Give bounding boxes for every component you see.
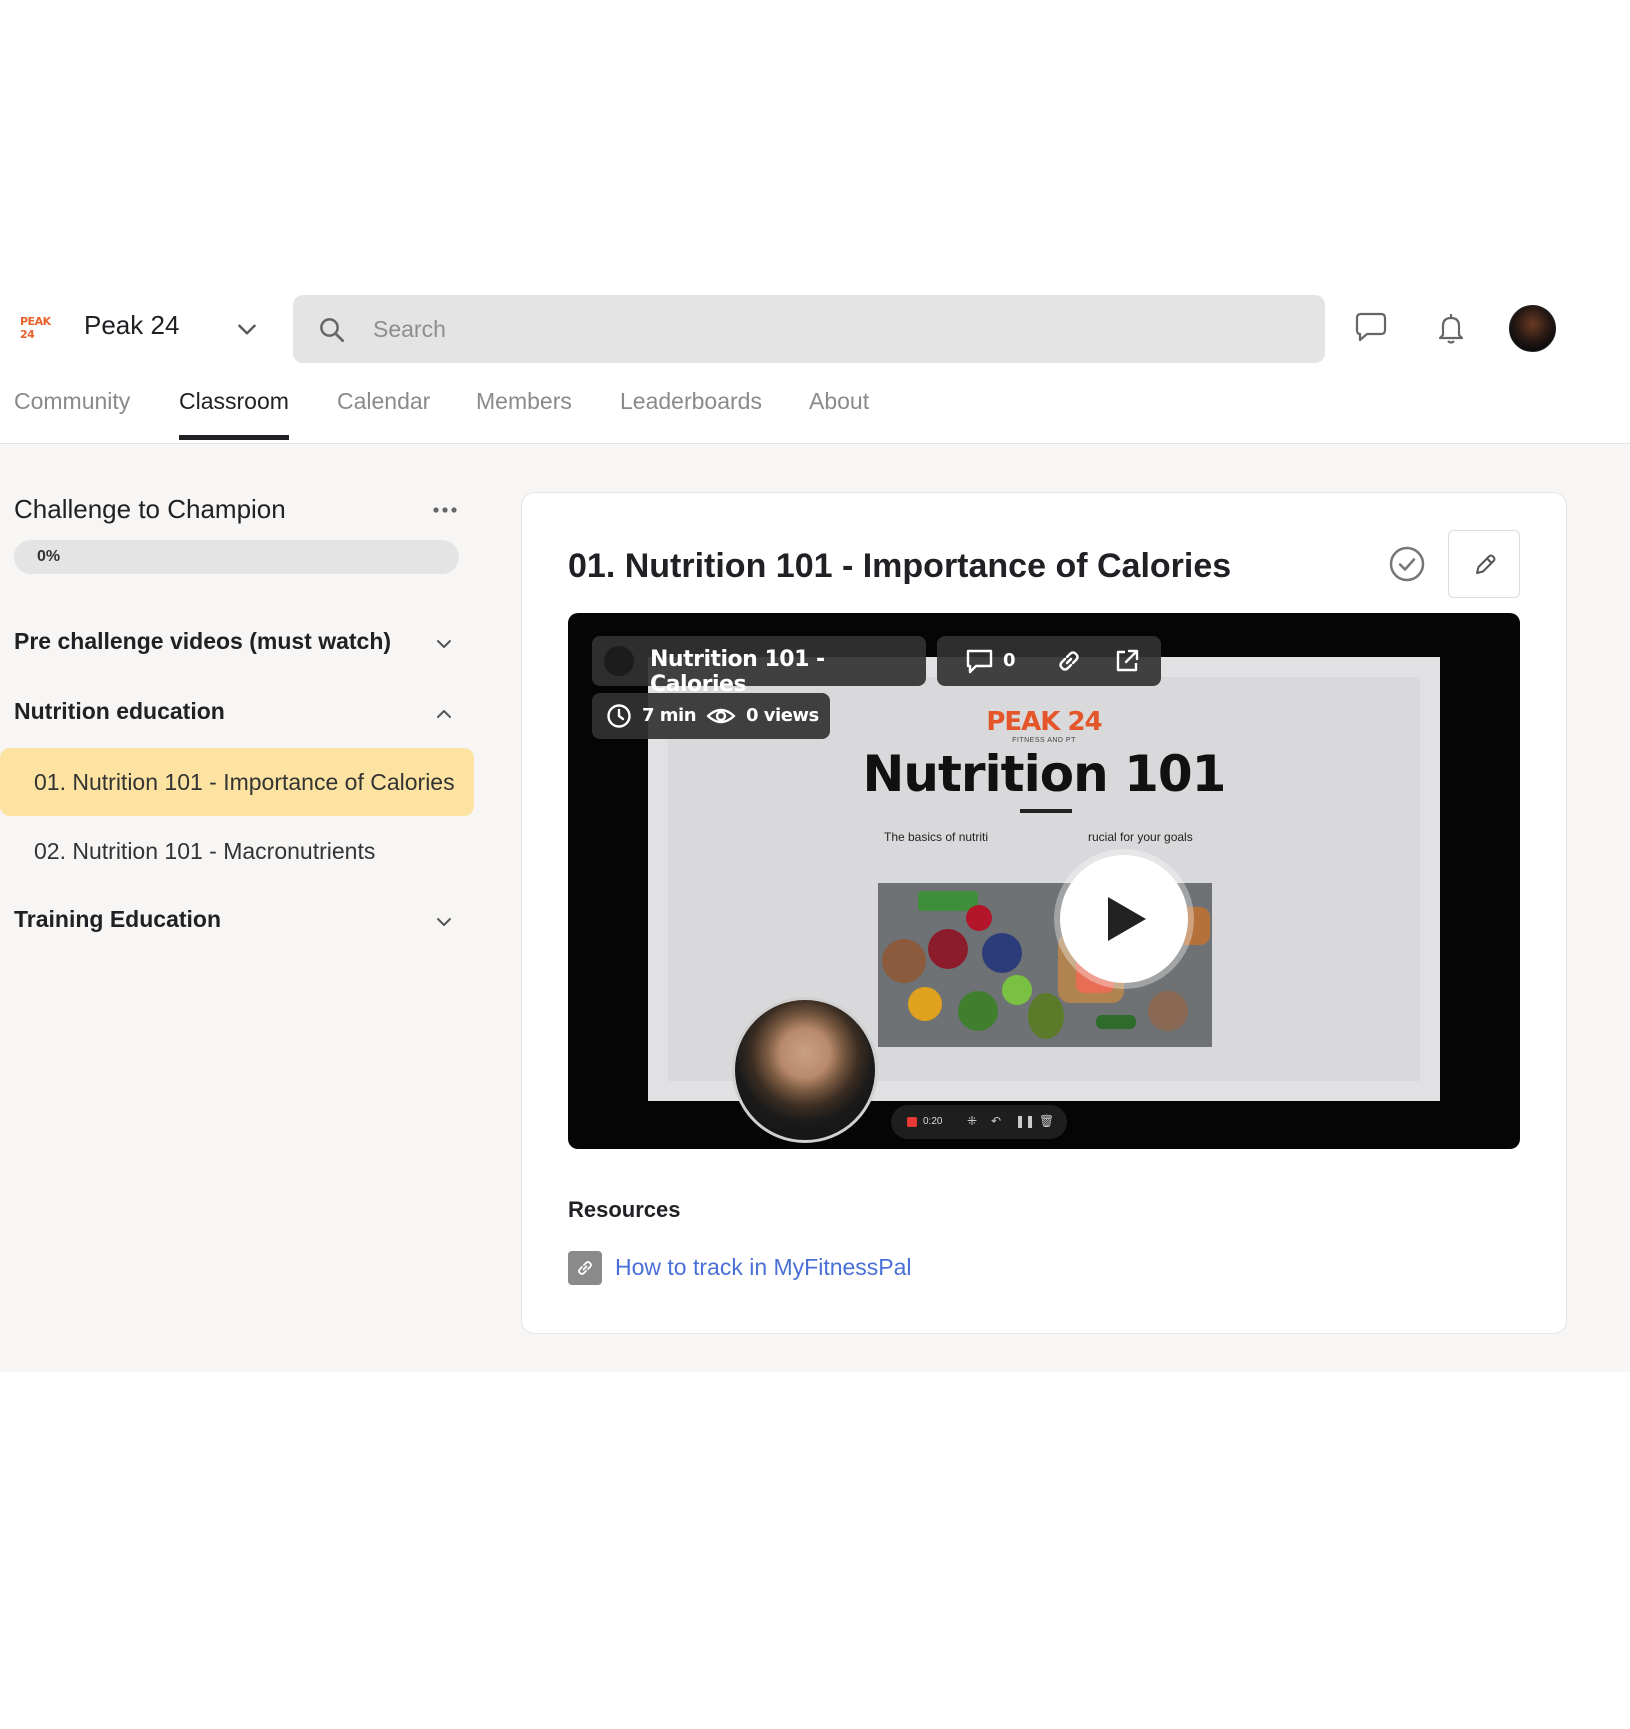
pencil-icon	[1476, 554, 1496, 574]
brand-logo[interactable]: PEAK 24	[20, 315, 64, 341]
slide-subtitle-left: The basics of nutriti	[884, 830, 989, 844]
slide-title: Nutrition 101	[862, 745, 1227, 803]
search-bar[interactable]	[293, 295, 1325, 363]
top-header: PEAK 24 Peak 24	[0, 288, 1630, 368]
more-options-icon[interactable]	[430, 500, 460, 520]
lesson-title: 01. Nutrition 101 - Importance of Calori…	[568, 547, 1232, 585]
lesson-item-active[interactable]: 01. Nutrition 101 - Importance of Calori…	[0, 748, 474, 816]
chevron-down-icon[interactable]	[234, 316, 260, 342]
video-actions-overlay: 0	[937, 636, 1161, 686]
resources-heading: Resources	[568, 1197, 681, 1222]
slide-subtitle-right: rucial for your goals	[1088, 830, 1193, 844]
lesson-card: 01. Nutrition 101 - Importance of Calori…	[521, 492, 1567, 1334]
creator-avatar	[604, 646, 634, 676]
link-icon[interactable]	[1055, 647, 1083, 675]
section-nutrition-education[interactable]: Nutrition education	[14, 698, 225, 725]
comment-icon[interactable]	[965, 647, 995, 675]
grid-icon: ⁜	[967, 1114, 978, 1128]
link-icon	[568, 1251, 602, 1285]
tab-calendar[interactable]: Calendar	[337, 388, 430, 435]
video-duration: 7 min	[642, 705, 697, 726]
play-button[interactable]	[1060, 855, 1188, 983]
recording-time: 0:20	[923, 1116, 943, 1127]
community-name[interactable]: Peak 24	[84, 310, 179, 341]
video-views: 0 views	[746, 705, 819, 726]
presenter-webcam	[732, 997, 878, 1143]
video-overlay-title: Nutrition 101 - Calories	[650, 647, 825, 697]
recording-controls: 0:20 ⁜ ↶ ❚❚ 🗑	[891, 1105, 1067, 1139]
tab-community[interactable]: Community	[14, 388, 130, 435]
clock-icon	[607, 704, 631, 728]
record-icon	[907, 1117, 917, 1127]
external-link-icon[interactable]	[1113, 647, 1141, 675]
video-player[interactable]: PEAK 24 FITNESS AND PT Nutrition 101 The…	[568, 613, 1520, 1149]
chat-icon[interactable]	[1351, 308, 1391, 348]
course-title: Challenge to Champion	[14, 494, 286, 524]
tab-members[interactable]: Members	[476, 388, 572, 435]
user-avatar[interactable]	[1509, 305, 1556, 352]
course-progress-bar: 0%	[14, 540, 459, 574]
resource-link[interactable]: How to track in MyFitnessPal	[615, 1254, 912, 1281]
trash-icon: 🗑	[1039, 1114, 1055, 1128]
video-meta-overlay: 7 min 0 views	[592, 693, 830, 739]
slide-divider	[1020, 809, 1072, 813]
pause-icon: ❚❚	[1015, 1114, 1036, 1128]
nav-tabs: Community Classroom Calendar Members Lea…	[0, 380, 1630, 444]
section-pre-challenge[interactable]: Pre challenge videos (must watch)	[14, 628, 391, 655]
undo-icon: ↶	[991, 1114, 1002, 1128]
chevron-up-icon[interactable]	[432, 702, 456, 726]
tab-classroom[interactable]: Classroom	[179, 388, 289, 440]
search-icon	[320, 318, 344, 342]
play-icon	[1108, 897, 1146, 941]
chevron-down-icon[interactable]	[432, 632, 456, 656]
video-title-overlay: Nutrition 101 - Calories	[592, 636, 926, 697]
bell-icon[interactable]	[1431, 308, 1471, 348]
search-input[interactable]	[373, 295, 1273, 363]
mark-complete-icon[interactable]	[1388, 545, 1426, 583]
tab-about[interactable]: About	[809, 388, 869, 435]
edit-lesson-button[interactable]	[1448, 530, 1520, 598]
tab-leaderboards[interactable]: Leaderboards	[620, 388, 762, 435]
progress-label: 0%	[37, 548, 61, 565]
eye-icon	[706, 708, 736, 724]
section-training-education[interactable]: Training Education	[14, 906, 221, 933]
comment-count: 0	[1003, 650, 1016, 671]
chevron-down-icon[interactable]	[432, 910, 456, 934]
lesson-item[interactable]: 02. Nutrition 101 - Macronutrients	[0, 817, 474, 885]
